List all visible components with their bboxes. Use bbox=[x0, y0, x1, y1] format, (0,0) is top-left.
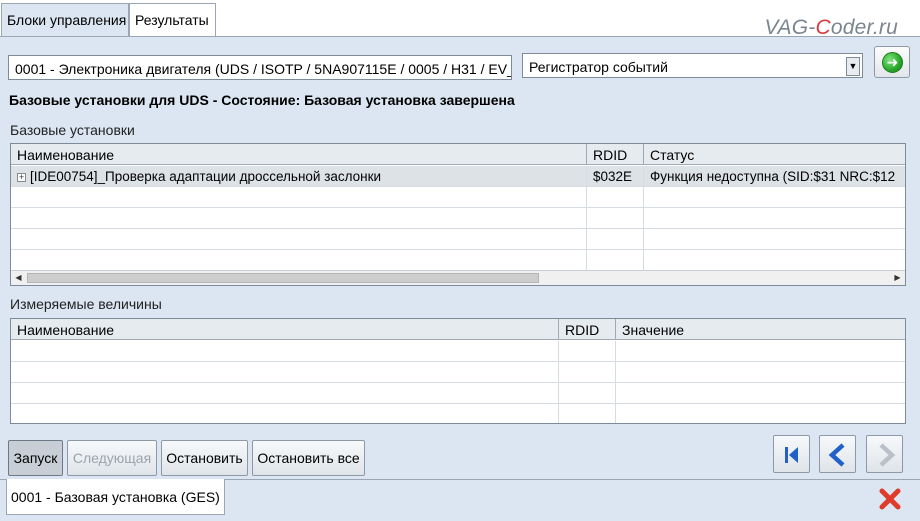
first-page-button[interactable] bbox=[773, 435, 810, 473]
watermark-logo: VAG-Coder.ru bbox=[764, 16, 898, 39]
table-row[interactable] bbox=[11, 208, 905, 229]
table-header: Наименование RDID Значение bbox=[11, 319, 905, 340]
stop-all-button[interactable]: Остановить все bbox=[252, 440, 365, 476]
scrollbar-thumb[interactable] bbox=[27, 273, 539, 283]
bottom-tab-basic-setting[interactable]: 0001 - Базовая установка (GES) bbox=[6, 479, 225, 515]
next-button[interactable]: Следующая bbox=[67, 440, 157, 476]
module-select[interactable]: 0001 - Электроника двигателя (UDS / ISOT… bbox=[8, 55, 512, 80]
column-header-name[interactable]: Наименование bbox=[11, 144, 587, 165]
column-header-rdid[interactable]: RDID bbox=[587, 144, 644, 165]
table-header: Наименование RDID Статус bbox=[11, 144, 905, 165]
stop-button[interactable]: Остановить bbox=[161, 440, 248, 476]
start-button[interactable]: Запуск bbox=[8, 440, 63, 476]
mode-select-value: Регистратор событий bbox=[529, 59, 668, 75]
mode-select[interactable]: Регистратор событий ▼ bbox=[522, 53, 863, 78]
table-row[interactable] bbox=[11, 250, 905, 271]
row-status: Функция недоступна (SID:$31 NRC:$12 bbox=[650, 169, 896, 184]
tab-control-modules[interactable]: Блоки управления bbox=[1, 3, 129, 37]
table-row[interactable]: + [IDE00754]_Проверка адаптации дроссельн… bbox=[11, 166, 905, 187]
next-page-button[interactable] bbox=[866, 435, 903, 473]
column-header-value[interactable]: Значение bbox=[616, 319, 905, 340]
page-title: Базовые установки для UDS - Состояние: Б… bbox=[9, 92, 515, 108]
table-row[interactable] bbox=[11, 341, 905, 362]
measured-values-table: Наименование RDID Значение bbox=[10, 318, 906, 424]
scroll-left-icon[interactable]: ◀ bbox=[11, 271, 26, 285]
chevron-right-icon bbox=[879, 443, 896, 467]
row-rdid: $032E bbox=[587, 166, 644, 187]
skip-first-icon bbox=[785, 447, 798, 463]
previous-button[interactable] bbox=[819, 435, 856, 473]
chevron-down-icon[interactable]: ▼ bbox=[846, 57, 860, 76]
arrow-right-circle-icon: ➜ bbox=[882, 52, 903, 73]
table-row[interactable] bbox=[11, 362, 905, 383]
measured-values-label: Измеряемые величины bbox=[10, 296, 162, 312]
table-row[interactable] bbox=[11, 383, 905, 404]
column-header-status[interactable]: Статус bbox=[644, 144, 905, 165]
tab-results[interactable]: Результаты bbox=[129, 3, 216, 37]
chevron-left-icon bbox=[828, 443, 845, 467]
basic-settings-table: Наименование RDID Статус + [IDE00754]_Про… bbox=[10, 143, 906, 286]
column-header-name[interactable]: Наименование bbox=[11, 319, 559, 340]
row-name: + [IDE00754]_Проверка адаптации дроссельн… bbox=[11, 166, 587, 187]
column-header-rdid[interactable]: RDID bbox=[559, 319, 616, 340]
table-row[interactable] bbox=[11, 187, 905, 208]
expand-icon[interactable]: + bbox=[17, 173, 26, 182]
table-row[interactable] bbox=[11, 229, 905, 250]
scroll-right-icon[interactable]: ▶ bbox=[890, 271, 905, 285]
module-select-value: 0001 - Электроника двигателя (UDS / ISOT… bbox=[15, 61, 512, 77]
horizontal-scrollbar[interactable]: ◀ ▶ bbox=[11, 270, 905, 285]
close-button[interactable] bbox=[878, 487, 902, 511]
close-icon bbox=[879, 488, 901, 510]
basic-settings-label: Базовые установки bbox=[10, 122, 135, 138]
table-row[interactable] bbox=[11, 404, 905, 423]
go-button[interactable]: ➜ bbox=[874, 46, 910, 78]
